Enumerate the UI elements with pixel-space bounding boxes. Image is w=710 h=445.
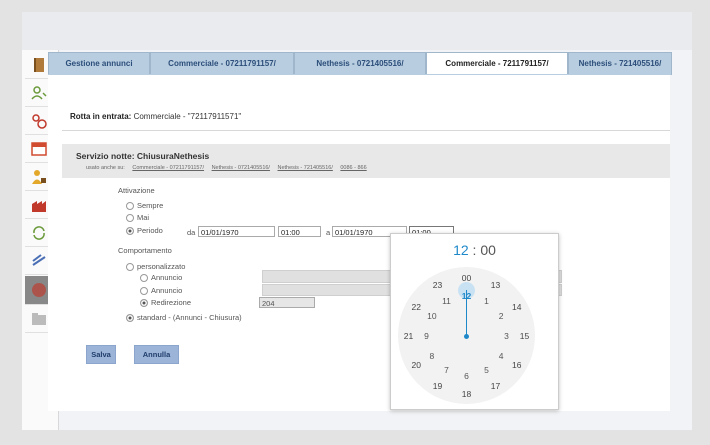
cancel-button[interactable]: Annulla [134, 345, 179, 364]
option-standard-label: standard - (Annunci - Chiusura) [137, 313, 242, 322]
tab-commerciale-7211791157[interactable]: Commerciale - 7211791157/ [426, 52, 568, 76]
tab-commerciale-07211791157[interactable]: Commerciale - 07211791157/ [150, 52, 294, 75]
clock-hour-outer-15[interactable]: 15 [520, 331, 529, 341]
used-on-link[interactable]: Nethesis - 721405516/ [278, 165, 333, 171]
clock-hour-inner-5[interactable]: 5 [484, 365, 489, 375]
save-button[interactable]: Salva [86, 345, 116, 364]
frame-border-top [0, 0, 710, 12]
clock-hour-outer-14[interactable]: 14 [512, 302, 521, 312]
option-never[interactable]: Mai [126, 213, 150, 223]
option-always-label: Sempre [137, 201, 164, 210]
option-redirect-label: Redirezione [151, 298, 192, 307]
service-title: Servizio notte: ChiusuraNethesis [76, 151, 210, 161]
clock-hour-inner-10[interactable]: 10 [427, 311, 436, 321]
radio-redirect[interactable] [140, 299, 148, 308]
service-used-on: usato anche su: Commerciale - 0721179115… [86, 165, 373, 171]
clock-hour-inner-12[interactable]: 12 [462, 291, 471, 301]
from-time-input[interactable]: 01:00 [278, 226, 321, 237]
clock-hour-inner-8[interactable]: 8 [429, 351, 434, 361]
to-label: a [326, 228, 331, 237]
redirect-input[interactable]: 204 [259, 297, 315, 308]
option-period[interactable]: Periodo [126, 226, 163, 236]
radio-always[interactable] [126, 202, 134, 211]
option-never-label: Mai [137, 213, 150, 222]
radio-standard[interactable] [126, 314, 134, 323]
time-picker-separator: : [472, 242, 477, 258]
frame-border-right [692, 0, 710, 445]
clock-hour-inner-3[interactable]: 3 [504, 331, 509, 341]
clock-hour-inner-9[interactable]: 9 [424, 331, 429, 341]
radio-period[interactable] [126, 227, 134, 236]
radio-announce-2[interactable] [140, 287, 148, 296]
option-announce-2[interactable]: Annuncio [140, 286, 183, 296]
time-picker-hours[interactable]: 12 [453, 242, 469, 258]
incoming-route: Rotta in entrata: Commerciale - "7211791… [70, 112, 241, 121]
divider [62, 130, 670, 131]
used-on-link[interactable]: Nethesis - 0721405516/ [212, 165, 270, 171]
tab-nethesis-721405516[interactable]: Nethesis - 721405516/ [568, 52, 672, 75]
option-always[interactable]: Sempre [126, 201, 164, 211]
option-announce-1[interactable]: Annuncio [140, 273, 183, 283]
clock-hour-outer-18[interactable]: 18 [462, 389, 471, 399]
tab-nethesis-0721405516[interactable]: Nethesis - 0721405516/ [294, 52, 426, 75]
route-value: Commerciale - "72117911571" [133, 112, 242, 121]
tab-gestione-annunci[interactable]: Gestione annunci [48, 52, 150, 75]
frame-border-left [0, 0, 22, 445]
option-custom-label: personalizzato [137, 262, 186, 271]
from-label: da [187, 228, 196, 237]
clock-face[interactable]: 00 13 14 15 16 17 18 19 20 21 22 23 12 1 2 3 4 5 6 7 8 9 10 11 [398, 267, 535, 404]
top-bar [22, 12, 692, 50]
option-custom[interactable]: personalizzato [126, 262, 186, 272]
from-date-input[interactable]: 01/01/1970 [198, 226, 275, 237]
used-on-link[interactable]: 0086 - 866 [340, 165, 366, 171]
clock-hour-outer-17[interactable]: 17 [491, 381, 500, 391]
option-standard[interactable]: standard - (Annunci - Chiusura) [126, 313, 242, 323]
clock-hour-outer-20[interactable]: 20 [412, 360, 421, 370]
clock-hour-inner-2[interactable]: 2 [499, 311, 504, 321]
clock-hour-inner-7[interactable]: 7 [444, 365, 449, 375]
time-picker-display: 12 : 00 [391, 242, 558, 258]
behaviour-label: Comportamento [118, 246, 172, 255]
time-picker-minutes[interactable]: 00 [480, 242, 496, 258]
radio-never[interactable] [126, 214, 134, 223]
clock-hour-inner-6[interactable]: 6 [464, 371, 469, 381]
radio-custom[interactable] [126, 263, 134, 272]
clock-hour-outer-16[interactable]: 16 [512, 360, 521, 370]
clock-center [464, 334, 469, 339]
clock-hour-outer-13[interactable]: 13 [491, 280, 500, 290]
clock-hour-inner-11[interactable]: 11 [442, 296, 451, 306]
clock-hour-outer-23[interactable]: 23 [433, 280, 442, 290]
tab-bar: Gestione annunci Commerciale - 072117911… [48, 52, 672, 76]
clock-hour-outer-19[interactable]: 19 [433, 381, 442, 391]
option-period-label: Periodo [137, 226, 163, 235]
radio-announce-1[interactable] [140, 274, 148, 283]
clock-hour-outer-21[interactable]: 21 [404, 331, 413, 341]
used-on-link[interactable]: Commerciale - 07211791157/ [132, 165, 204, 171]
night-service-header: Servizio notte: ChiusuraNethesis usato a… [62, 144, 670, 178]
activation-label: Attivazione [118, 186, 155, 195]
clock-hour-outer-00[interactable]: 00 [462, 273, 471, 283]
option-announce-1-label: Annuncio [151, 273, 183, 282]
clock-hour-inner-1[interactable]: 1 [484, 296, 489, 306]
clock-hour-outer-22[interactable]: 22 [412, 302, 421, 312]
route-label: Rotta in entrata: [70, 112, 132, 121]
clock-hour-inner-4[interactable]: 4 [499, 351, 504, 361]
option-announce-2-label: Annuncio [151, 286, 183, 295]
used-on-label: usato anche su: [86, 165, 125, 171]
time-picker-popup: 12 : 00 00 13 14 15 16 17 18 19 20 21 22 23 12 1 2 3 4 5 6… [390, 233, 559, 410]
option-redirect[interactable]: Redirezione [140, 298, 192, 308]
